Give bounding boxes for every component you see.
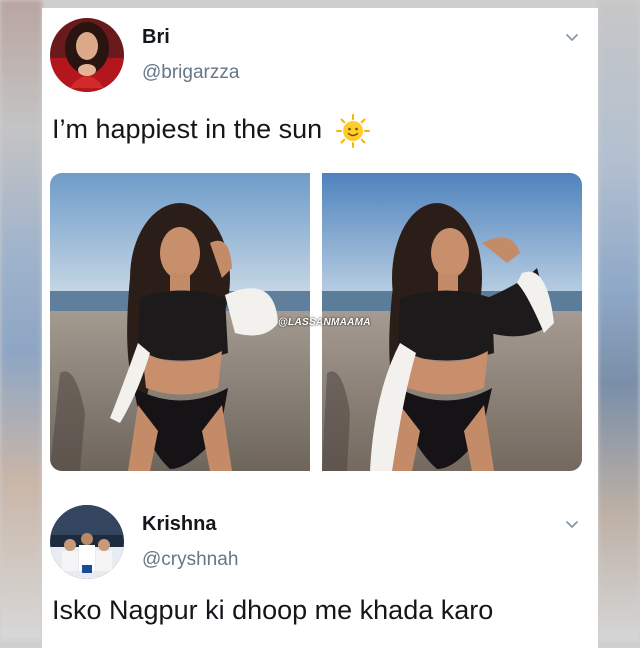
author-name[interactable]: Bri <box>142 26 170 49</box>
author-handle[interactable]: @brigarzza <box>142 62 239 84</box>
blurred-background-left <box>0 0 42 640</box>
chevron-down-icon[interactable] <box>564 517 580 533</box>
avatar-bri[interactable] <box>50 18 124 92</box>
author-handle[interactable]: @cryshnah <box>142 549 238 571</box>
tweet-text: Isko Nagpur ki dhoop me khada karo <box>52 595 494 625</box>
sun-face-icon <box>335 114 370 148</box>
screenshot-card: Bri @brigarzza I’m happiest in the sun @… <box>42 8 598 648</box>
photo-left[interactable] <box>50 173 310 471</box>
avatar-krishna[interactable] <box>50 505 124 579</box>
author-name[interactable]: Krishna <box>142 513 216 536</box>
tweet-media: @LASSANMAAMA <box>50 173 582 471</box>
blurred-background-right <box>598 0 640 640</box>
tweet-text-content: I’m happiest in the sun <box>52 114 323 145</box>
watermark: @LASSANMAAMA <box>278 317 371 328</box>
chevron-down-icon[interactable] <box>564 30 580 46</box>
tweet-text: I’m happiest in the sun <box>52 114 370 148</box>
